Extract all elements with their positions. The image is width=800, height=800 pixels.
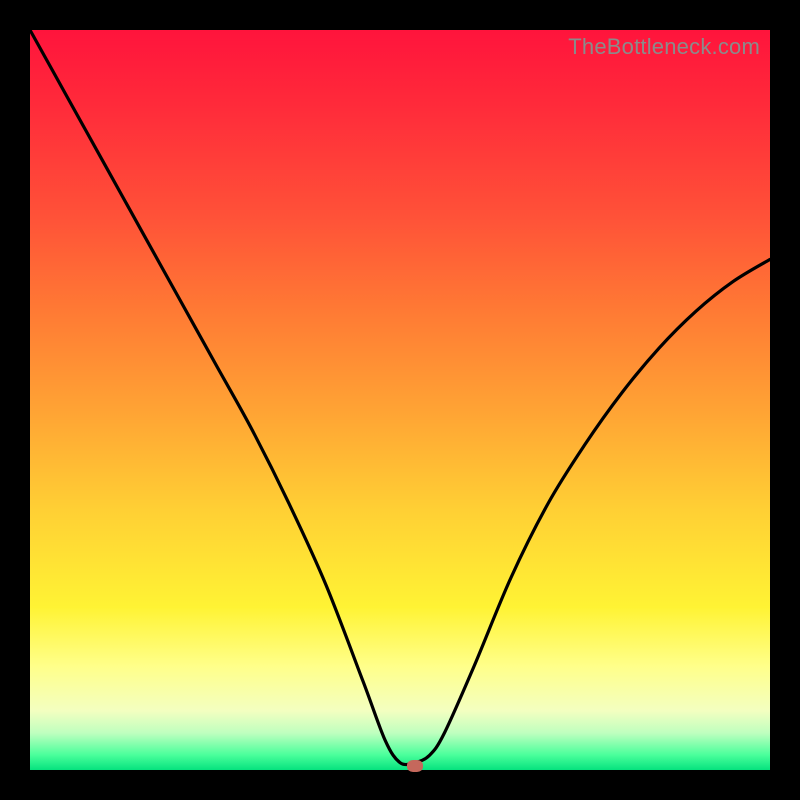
bottleneck-curve	[30, 30, 770, 770]
minimum-marker	[407, 760, 423, 772]
chart-frame: TheBottleneck.com	[0, 0, 800, 800]
plot-area: TheBottleneck.com	[30, 30, 770, 770]
